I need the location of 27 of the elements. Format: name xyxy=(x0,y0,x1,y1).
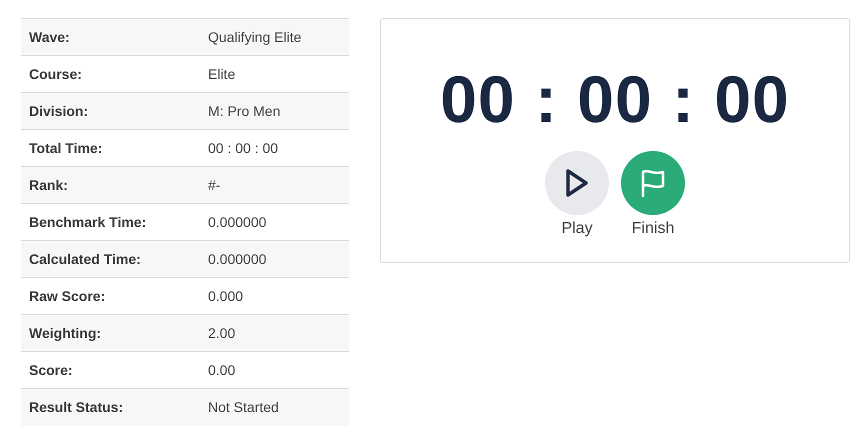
detail-label: Result Status: xyxy=(28,398,124,417)
detail-label: Wave: xyxy=(28,28,71,46)
detail-value: Not Started xyxy=(208,398,279,417)
detail-label: Weighting: xyxy=(28,324,102,343)
detail-value: M: Pro Men xyxy=(208,102,280,120)
detail-label: Division: xyxy=(28,102,90,120)
detail-value: 00 : 00 : 00 xyxy=(208,138,278,158)
detail-value: 0.00 xyxy=(208,360,236,380)
flag-icon xyxy=(639,168,667,198)
detail-label: Calculated Time: xyxy=(28,250,142,268)
button-caption: Play xyxy=(561,219,593,239)
detail-value: 2.00 xyxy=(208,324,236,342)
detail-value: Qualifying Elite xyxy=(208,28,302,47)
detail-value: 0.000000 xyxy=(208,250,266,268)
detail-label: Rank: xyxy=(28,176,69,194)
detail-value: 0.000000 xyxy=(208,212,266,232)
detail-label: Benchmark Time: xyxy=(28,212,148,232)
detail-label: Raw Score: xyxy=(28,286,106,306)
button-caption: Finish xyxy=(632,219,674,239)
detail-label: Total Time: xyxy=(28,138,104,158)
detail-label: Course: xyxy=(28,64,83,84)
timer-display: 00 : 00 : 00 xyxy=(440,61,790,138)
detail-label: Score: xyxy=(28,360,74,380)
detail-value: #- xyxy=(208,176,220,194)
detail-value: 0.000 xyxy=(208,286,244,306)
detail-value: Elite xyxy=(208,64,236,84)
play-icon xyxy=(564,168,590,198)
